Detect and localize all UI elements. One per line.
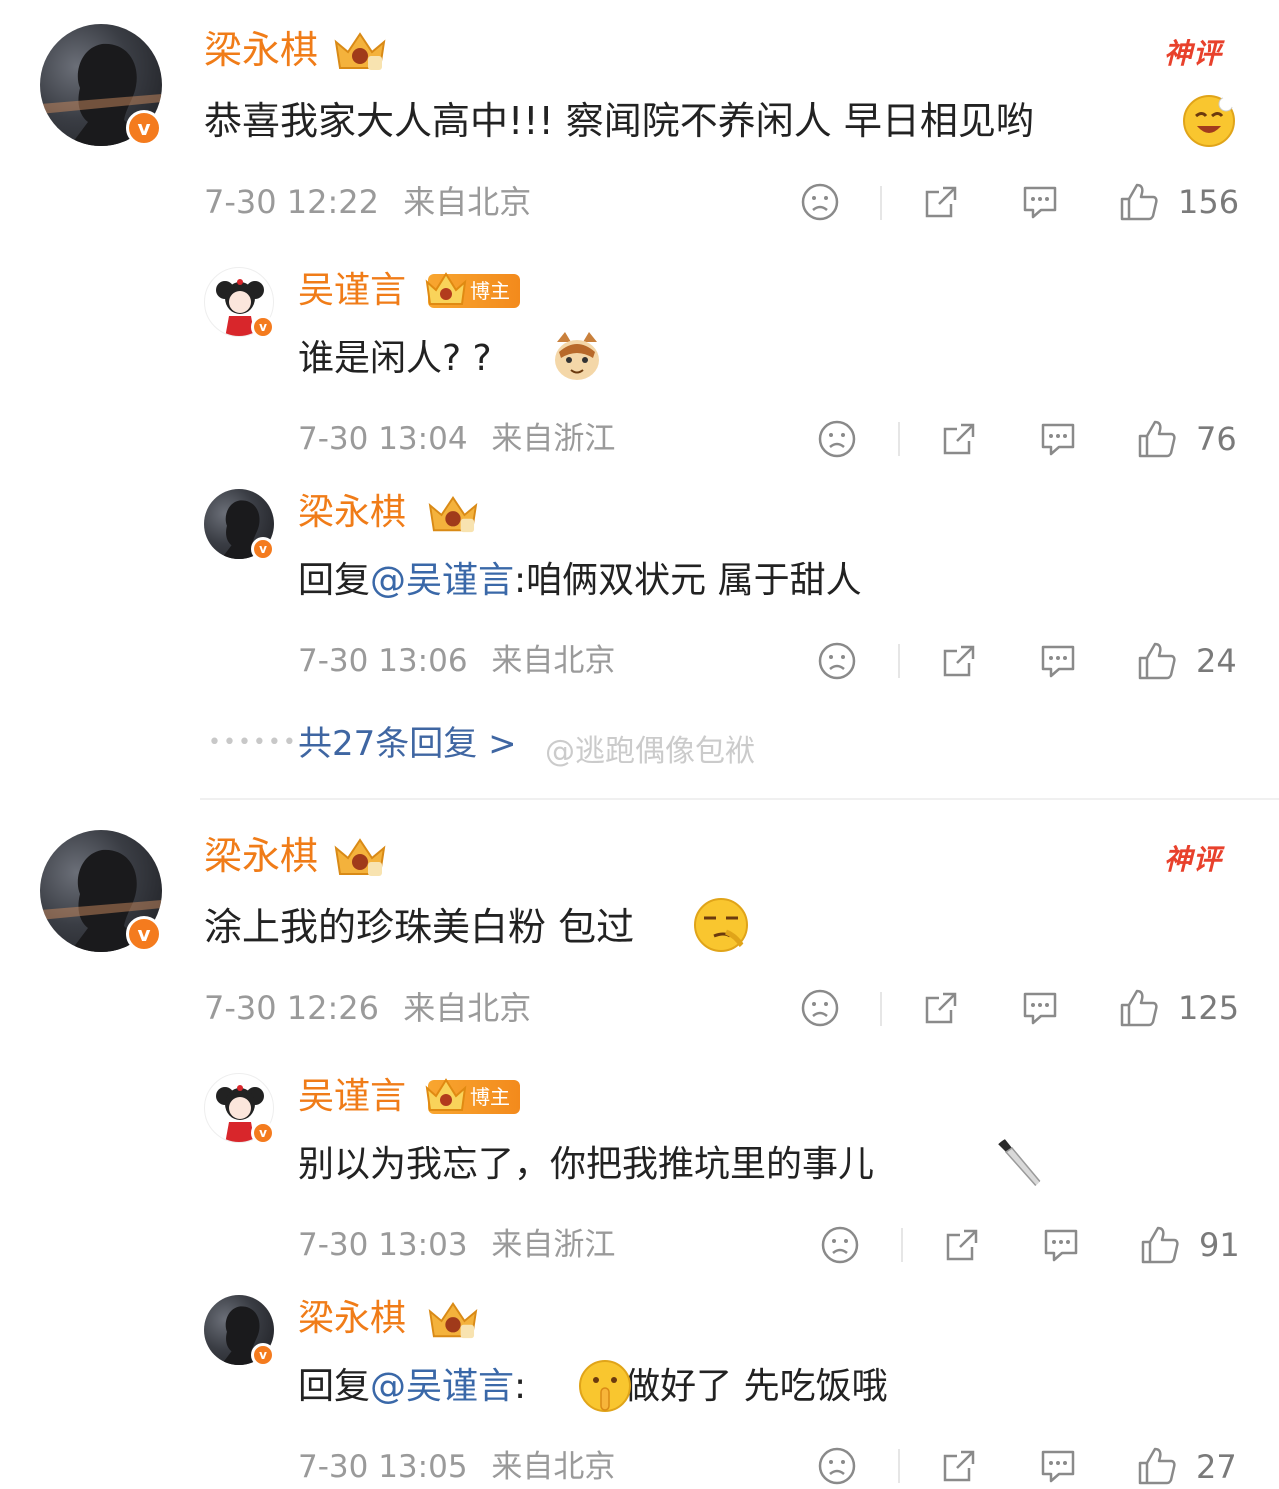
dislike-icon[interactable] [817,419,857,459]
knife-emoji-icon [996,1138,1044,1190]
crown-icon [334,838,386,876]
blogger-badge-label: 博主 [470,1085,510,1109]
reply-text: 别以为我忘了，你把我推坑里的事儿 [298,1144,875,1185]
timestamp: 7-30 12:22 [204,183,380,221]
like-count: 91 [1199,1226,1240,1264]
dislike-icon[interactable] [800,182,840,222]
share-icon[interactable] [942,1225,982,1265]
divider [901,1228,903,1262]
share-icon[interactable] [939,419,979,459]
dislike-icon[interactable] [817,1446,857,1486]
mention-link[interactable]: @吴谨言 [370,1366,514,1407]
more-replies-link[interactable]: 共27条回复 > [298,722,517,766]
reply-text: 谁是闲人? ? [298,338,492,379]
username[interactable]: 梁永棋 [204,28,318,72]
reply-text-body: :咱俩双状元 属于甜人 [514,560,862,601]
colon: : [514,1366,527,1407]
cat-emoji-icon [555,332,599,380]
comment-icon[interactable] [1019,182,1061,222]
dislike-icon[interactable] [817,641,857,681]
reply-prefix: 回复 [298,1366,371,1407]
divider [880,992,882,1026]
like-icon[interactable] [1118,987,1160,1029]
blogger-badge-label: 博主 [470,279,510,303]
timestamp: 7-30 13:05 [298,1449,468,1485]
comment-icon[interactable] [1037,1446,1079,1486]
divider [898,422,900,456]
like-count: 156 [1178,183,1240,221]
comment-icon[interactable] [1019,988,1061,1028]
reply-meta: 7-30 13:04 来自浙江 [298,419,615,459]
reply-prefix: 回复 [298,560,371,601]
verified-badge: v [126,110,162,146]
username[interactable]: 梁永棋 [298,1297,406,1341]
location: 来自北京 [491,643,616,679]
share-icon[interactable] [939,1446,979,1486]
mention-link[interactable]: @吴谨言 [370,560,514,601]
like-icon[interactable] [1118,181,1160,223]
comment-text-body: 恭喜我家大人高中!!! 察闻院不养闲人 早日相见哟 [204,99,1034,143]
verified-badge: v [251,1121,275,1145]
timestamp: 7-30 13:06 [298,643,468,679]
timestamp: 7-30 13:03 [298,1227,468,1263]
timestamp: 7-30 13:04 [298,421,468,457]
like-count: 76 [1196,420,1237,458]
verified-badge: v [251,1343,275,1367]
like-count: 24 [1196,642,1237,680]
comment-icon[interactable] [1037,419,1079,459]
username[interactable]: 梁永棋 [298,491,406,535]
like-icon[interactable] [1139,1224,1181,1266]
ellipsis-dots: •••••• [208,730,298,755]
reply-text-body: 饭做好了 先吃饭哦 [588,1366,888,1407]
reply-meta: 7-30 13:05 来自北京 [298,1447,615,1487]
divider [898,1449,900,1483]
crown-icon [428,1302,478,1339]
comment-text: 涂上我的珍珠美白粉 包过 [204,905,635,949]
reply-text: 回复@吴谨言:咱俩双状元 属于甜人 [298,556,862,606]
username[interactable]: 梁永棋 [204,834,318,878]
crown-icon [428,496,478,533]
share-icon[interactable] [921,988,961,1028]
reply-meta: 7-30 13:03 来自浙江 [298,1225,615,1265]
comment-meta: 7-30 12:26 来自北京 [204,988,531,1028]
divider [880,186,882,220]
divider [898,644,900,678]
dislike-icon[interactable] [820,1225,860,1265]
like-icon[interactable] [1136,418,1178,460]
comment-icon[interactable] [1037,641,1079,681]
location: 来自北京 [403,183,532,221]
shush-emoji-icon [579,1360,631,1412]
crown-icon [425,272,467,305]
comment-text: 恭喜我家大人高中!!! 察闻院不养闲人 早日相见哟 [204,96,1034,146]
username[interactable]: 吴谨言 [298,1075,406,1119]
location: 来自浙江 [491,1227,616,1263]
verified-badge: v [251,537,275,561]
crown-icon [425,1078,467,1111]
watermark: @逃跑偶像包袱 [545,734,755,769]
dislike-icon[interactable] [800,988,840,1028]
verified-badge: v [126,916,162,952]
username[interactable]: 吴谨言 [298,269,406,313]
comment-meta: 7-30 12:22 来自北京 [204,182,531,222]
smirk-emoji-icon [694,898,748,952]
timestamp: 7-30 12:26 [204,989,380,1027]
location: 来自北京 [491,1449,616,1485]
thread-divider [200,798,1279,800]
share-icon[interactable] [939,641,979,681]
share-icon[interactable] [921,182,961,222]
like-icon[interactable] [1136,1445,1178,1487]
like-count: 125 [1178,989,1240,1027]
like-count: 27 [1196,1448,1237,1486]
reply-meta: 7-30 13:06 来自北京 [298,641,615,681]
hot-comment-badge: 神评 [1164,37,1223,70]
smile-emoji-icon [1183,95,1235,147]
comment-icon[interactable] [1040,1225,1082,1265]
location: 来自北京 [403,989,532,1027]
crown-icon [334,32,386,70]
verified-badge: v [251,315,275,339]
hot-comment-badge: 神评 [1164,843,1223,876]
location: 来自浙江 [491,421,616,457]
like-icon[interactable] [1136,640,1178,682]
